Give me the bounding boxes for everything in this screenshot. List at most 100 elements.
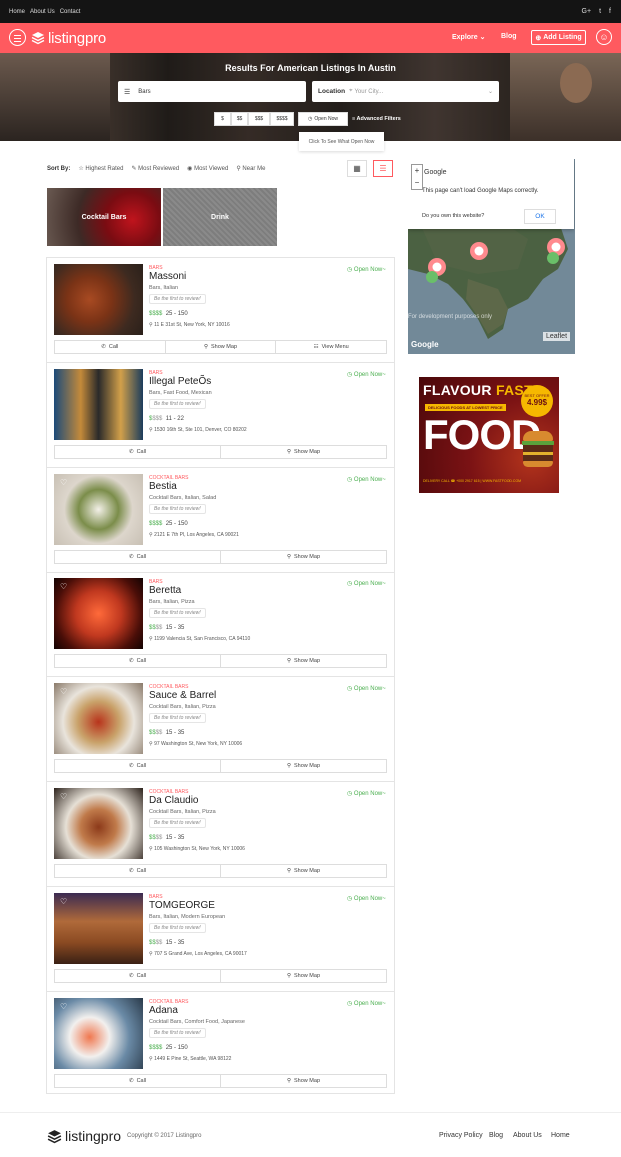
show-map-button[interactable]: ⚲ Show Map [221, 1073, 387, 1088]
listing-title[interactable]: Da Claudio [149, 795, 198, 806]
list-view-button[interactable]: ☰ [373, 160, 393, 177]
site-logo[interactable]: listingpro [31, 28, 106, 48]
open-now-button[interactable]: ◷ Open Now [298, 112, 348, 126]
sort-highest-rated[interactable]: ☆ Highest Rated [78, 165, 123, 172]
add-listing-button[interactable]: ⊕ Add Listing [531, 30, 586, 45]
heart-icon[interactable]: ♡ [60, 1002, 67, 1011]
price-filter-3[interactable]: $$$ [248, 112, 270, 126]
review-badge[interactable]: Be the first to review! [149, 608, 206, 619]
copyright: Copyright © 2017 Listingpro [127, 1133, 202, 1139]
show-map-button[interactable]: ⚲ Show Map [221, 968, 387, 983]
listing-card[interactable]: ♡ Cocktail Bars Sauce & Barrel Cocktail Bar… [47, 677, 394, 783]
listing-image[interactable] [54, 368, 143, 440]
listing-image[interactable] [54, 264, 143, 335]
twitter-icon[interactable]: t [599, 8, 601, 15]
listing-title[interactable]: Illegal PeteÕs [149, 376, 211, 387]
sort-near-me[interactable]: ⚲ Near Me [236, 165, 265, 172]
listing-card[interactable]: ♡ Bars TOMGEORGE Bars, Italian, Modern Euro… [47, 887, 394, 992]
advanced-filters-link[interactable]: ≡ Advanced Filters [352, 116, 401, 122]
listing-card[interactable]: Bars Massoni Bars, Italian Be the first to … [47, 258, 394, 363]
price-filter-1[interactable]: $ [214, 112, 231, 126]
listing-image[interactable]: ♡ [54, 892, 143, 964]
review-badge[interactable]: Be the first to review! [149, 503, 206, 514]
grid-view-button[interactable]: ▦ [347, 160, 367, 177]
review-badge[interactable]: Be the first to review! [149, 294, 206, 304]
location-field[interactable]: Location ⌖ Your City... ⌄ [312, 81, 499, 102]
open-status: ◷ Open Now~ [347, 580, 386, 587]
heart-icon[interactable]: ♡ [60, 478, 67, 487]
map-attribution[interactable]: Leaflet [543, 332, 571, 341]
call-button[interactable]: ✆ Call [54, 549, 221, 564]
price-filter-2[interactable]: $$ [231, 112, 248, 126]
show-map-button[interactable]: ⚲ Show Map [165, 340, 277, 354]
listing-image[interactable]: ♡ [54, 788, 143, 859]
top-link-home[interactable]: Home [9, 9, 25, 15]
sort-most-reviewed[interactable]: ✎ Most Reviewed [131, 165, 179, 172]
review-badge[interactable]: Be the first to review! [149, 713, 206, 724]
nav-blog[interactable]: Blog [501, 33, 517, 40]
listing-title[interactable]: Bestia [149, 481, 177, 492]
price-filter-4[interactable]: $$$$ [270, 112, 294, 126]
facebook-icon[interactable]: f [609, 8, 611, 15]
call-button[interactable]: ✆ Call [54, 444, 221, 459]
nav-explore[interactable]: Explore ⌄ [452, 33, 486, 41]
call-button[interactable]: ✆ Call [54, 864, 221, 878]
listing-title[interactable]: Adana [149, 1005, 178, 1016]
call-button[interactable]: ✆ Call [54, 654, 221, 669]
listing-title[interactable]: Massoni [149, 271, 186, 282]
social-links: G+ t f [582, 8, 611, 15]
show-map-button[interactable]: ⚲ Show Map [221, 759, 387, 774]
listing-title[interactable]: Beretta [149, 585, 181, 596]
listing-title[interactable]: TOMGEORGE [149, 900, 215, 911]
top-link-contact[interactable]: Contact [60, 9, 81, 15]
listing-image[interactable]: ♡ [54, 473, 143, 545]
listing-card[interactable]: ♡ Cocktail Bars Adana Cocktail Bars, Comfor… [47, 992, 394, 1097]
fast-food-ad[interactable]: FLAVOUR FAST DELICIOUS FOODS AT LOWEST P… [419, 377, 559, 493]
show-map-button[interactable]: ⚲ Show Map [221, 549, 387, 564]
footer-logo[interactable]: listingpro [47, 1128, 121, 1144]
footer-link-privacy[interactable]: Privacy Policy [439, 1132, 483, 1139]
open-status-text: Open Now~ [353, 1000, 386, 1007]
listing-card[interactable]: ♡ Cocktail Bars Da Claudio Cocktail Bars, I… [47, 782, 394, 887]
category-drink[interactable]: Drink [163, 188, 277, 246]
sort-most-viewed[interactable]: ◉ Most Viewed [187, 165, 228, 172]
call-button[interactable]: ✆ Call [54, 1073, 221, 1088]
listing-price: $$$$ 25 - 150 [149, 311, 188, 317]
heart-icon[interactable]: ♡ [60, 897, 67, 906]
listing-image[interactable]: ♡ [54, 578, 143, 650]
results-map[interactable]: For development purposes only Google Thi… [408, 159, 575, 354]
listing-card[interactable]: ♡ Cocktail Bars Bestia Cocktail Bars, Itali… [47, 468, 394, 573]
category-cocktail-bars[interactable]: Cocktail Bars [47, 188, 161, 246]
show-map-button[interactable]: ⚲ Show Map [221, 444, 387, 459]
heart-icon[interactable]: ♡ [60, 687, 67, 696]
footer-link-blog[interactable]: Blog [489, 1132, 503, 1139]
zoom-in-button[interactable]: + [412, 165, 422, 177]
review-badge[interactable]: Be the first to review! [149, 818, 206, 828]
footer-link-home[interactable]: Home [551, 1132, 570, 1139]
review-badge[interactable]: Be the first to review! [149, 922, 206, 933]
listing-card[interactable]: Bars Illegal PeteÕs Bars, Fast Food, Mexic… [47, 363, 394, 468]
search-input[interactable]: ☰ Bars [118, 81, 306, 102]
google-plus-icon[interactable]: G+ [582, 8, 592, 15]
listing-title[interactable]: Sauce & Barrel [149, 690, 216, 701]
call-button[interactable]: ✆ Call [54, 340, 166, 354]
listing-image[interactable]: ♡ [54, 997, 143, 1069]
heart-icon[interactable]: ♡ [60, 792, 67, 801]
listing-card[interactable]: ♡ Bars Beretta Bars, Italian, Pizza Be the f… [47, 572, 394, 678]
review-badge[interactable]: Be the first to review! [149, 1027, 206, 1038]
review-badge[interactable]: Be the first to review! [149, 398, 206, 409]
show-map-button[interactable]: ⚲ Show Map [221, 654, 387, 669]
call-button[interactable]: ✆ Call [54, 759, 221, 774]
map-ok-button[interactable]: OK [524, 209, 556, 224]
listing-price: $$$$ 15 - 35 [149, 940, 184, 946]
show-map-button[interactable]: ⚲ Show Map [221, 864, 387, 878]
menu-icon[interactable] [9, 29, 26, 46]
listing-image[interactable]: ♡ [54, 683, 143, 755]
zoom-out-button[interactable]: − [412, 177, 422, 189]
user-icon[interactable]: ☺ [596, 29, 612, 45]
footer-link-about[interactable]: About Us [513, 1132, 542, 1139]
top-link-about[interactable]: About Us [30, 9, 55, 15]
view-menu-button[interactable]: ☷ View Menu [276, 340, 388, 354]
heart-icon[interactable]: ♡ [60, 582, 67, 591]
call-button[interactable]: ✆ Call [54, 968, 221, 983]
